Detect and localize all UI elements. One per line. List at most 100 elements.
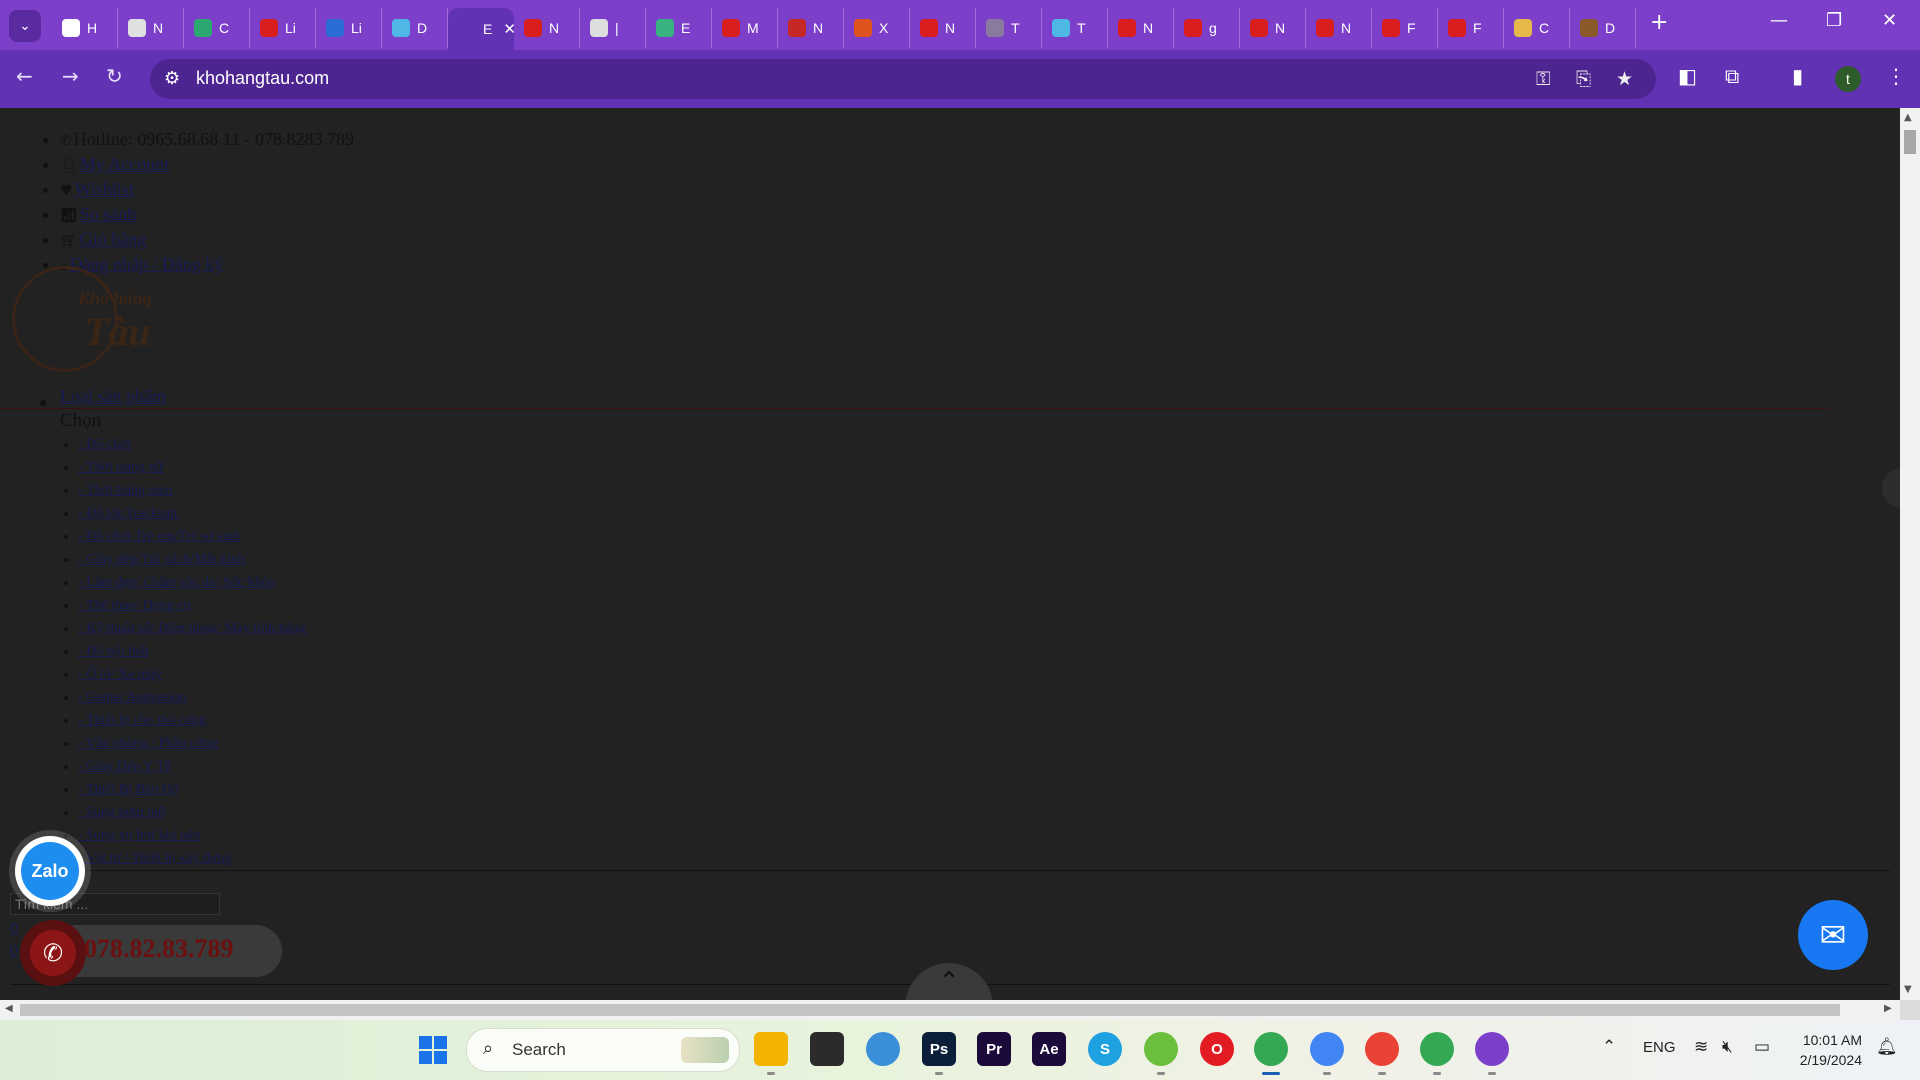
browser-tab[interactable]: T [1042, 8, 1108, 48]
category-link[interactable]: - Game/ Animation [78, 690, 186, 705]
restore-icon[interactable]: ❐ [1826, 10, 1842, 31]
forward-arrow-icon[interactable]: → [62, 64, 79, 88]
category-link[interactable]: - Văn phòng / Phần cứng [78, 736, 218, 751]
volume-muted-icon[interactable]: 🔇︎ [1722, 1037, 1733, 1057]
top-nav-item[interactable]: 👤︎My Account [60, 153, 354, 178]
browser-tab[interactable]: g [1174, 8, 1240, 48]
browser-tab[interactable]: Li [316, 8, 382, 48]
category-link[interactable]: - Thể thao/ Dụng cụ [78, 598, 191, 613]
bookmark-star-icon[interactable]: ★ [1616, 68, 1633, 90]
zalo-chat-button[interactable]: Zalo [15, 836, 85, 906]
messenger-chat-icon[interactable]: ✉ [1798, 900, 1868, 970]
install-app-icon[interactable]: ⎘ [1576, 68, 1591, 90]
side-panel-icon[interactable]: ▮ [1792, 64, 1803, 88]
taskbar-search[interactable]: ⌕ Search [466, 1028, 740, 1072]
wishlist-count[interactable]: 0 [10, 920, 18, 938]
browser-tab[interactable]: T [976, 8, 1042, 48]
browser-tab[interactable]: D [1570, 8, 1636, 48]
browser-tab[interactable]: F [1438, 8, 1504, 48]
top-nav-link[interactable]: My Account [80, 154, 170, 174]
skype-icon[interactable]: S [1088, 1032, 1122, 1066]
extension-cc-icon[interactable]: ◧ [1678, 64, 1697, 88]
site-info-icon[interactable]: ⚙ [164, 68, 180, 89]
new-tab-plus-icon[interactable]: + [1650, 10, 1668, 35]
taskbar-clock[interactable]: 10:01 AM 2/19/2024 [1782, 1030, 1862, 1070]
extensions-puzzle-icon[interactable]: ⧉ [1725, 64, 1739, 88]
chrome-profile-icon[interactable] [1365, 1032, 1399, 1066]
category-item[interactable]: - Đồ chơi Trẻ em/Trẻ sơ sinh [78, 525, 306, 548]
category-link[interactable]: - Giày Dép Y Tế [78, 759, 171, 774]
notification-bell-icon[interactable]: 🔔︎ [1876, 1037, 1898, 1057]
sticky-notes-icon[interactable] [810, 1032, 844, 1066]
browser-tab[interactable]: Li [250, 8, 316, 48]
scroll-up-icon[interactable]: ▲ [1904, 112, 1912, 123]
browser-tab[interactable]: F [1372, 8, 1438, 48]
call-button[interactable]: ✆ [20, 920, 86, 986]
category-item[interactable]: - Đồ lót/Tracksuit [78, 502, 306, 525]
category-item[interactable]: - Súng xịt hơi khí nén [78, 824, 306, 847]
category-link[interactable]: - Kỹ thuật số/ Điện thoại/ Máy tính bảng [78, 621, 306, 636]
browser-tab[interactable]: N [910, 8, 976, 48]
category-link[interactable]: - Đồ chơi Trẻ em/Trẻ sơ sinh [78, 529, 240, 544]
category-item[interactable]: - Giày dép/Túi xách/Mắt kính [78, 548, 306, 571]
category-item[interactable]: - Thiết bị cho thú cưng [78, 709, 306, 732]
profile-avatar[interactable]: t [1835, 66, 1861, 92]
tray-overflow-chevron-icon[interactable]: ⌃ [1602, 1037, 1616, 1057]
vertical-scroll-thumb[interactable] [1904, 130, 1916, 154]
category-link[interactable]: - Đồ lót/Tracksuit [78, 506, 178, 521]
category-item[interactable]: - Giày Dép Y Tế [78, 755, 306, 778]
minimize-icon[interactable]: — [1770, 10, 1788, 31]
browser-tab[interactable]: E ✕ [448, 8, 516, 50]
coccoc-icon[interactable] [1144, 1032, 1178, 1066]
cart-count[interactable]: 0 [10, 942, 18, 960]
category-link[interactable]: - Súng xịt hơi khí nén [78, 828, 200, 843]
site-logo[interactable]: Kho hàng Tàu [12, 266, 162, 376]
category-item[interactable]: - Ô tô/ Xe máy [78, 663, 306, 686]
browser-tab[interactable]: E [646, 8, 712, 48]
category-item[interactable]: - Thiết Bị Bảo Hộ [78, 778, 306, 801]
scroll-right-icon[interactable]: ▶ [1884, 1003, 1892, 1014]
menu-kebab-icon[interactable]: ⋮ [1886, 64, 1906, 88]
wifi-icon[interactable]: ≋ [1694, 1037, 1708, 1057]
photoshop-icon[interactable]: Ps [922, 1032, 956, 1066]
category-heading[interactable]: Loại sản phẩm [60, 386, 166, 407]
scroll-left-icon[interactable]: ◀ [5, 1003, 13, 1014]
file-explorer-icon[interactable] [754, 1032, 788, 1066]
category-link[interactable]: - Làm đẹp/ Chăm sóc da/ Sức khỏe [78, 575, 275, 590]
category-select-label[interactable]: Chọn [60, 410, 101, 432]
category-link[interactable]: - Đồ chơi [78, 437, 131, 452]
category-item[interactable]: - Thời trang nữ [78, 456, 306, 479]
windows-start-icon[interactable] [419, 1036, 447, 1064]
category-item[interactable]: - Kỹ thuật số/ Điện thoại/ Máy tính bảng [78, 617, 306, 640]
side-tab-handle[interactable] [1882, 468, 1900, 508]
url-text[interactable]: khohangtau.com [196, 68, 329, 89]
category-item[interactable]: - Súng bơm mỡ [78, 801, 306, 824]
browser-tab[interactable]: | [580, 8, 646, 48]
after-effects-icon[interactable]: Ae [1032, 1032, 1066, 1066]
browser-tab[interactable]: N [1306, 8, 1372, 48]
browser-tab[interactable]: D [382, 8, 448, 48]
opera-icon[interactable]: O [1200, 1032, 1234, 1066]
chrome-profile-icon[interactable] [1420, 1032, 1454, 1066]
category-item[interactable]: - Văn phòng / Phần cứng [78, 732, 306, 755]
top-nav-link[interactable]: So sánh [80, 204, 137, 224]
browser-tab[interactable]: C [184, 8, 250, 48]
reload-icon[interactable]: ↻ [106, 64, 123, 88]
chrome-profile-icon[interactable] [1310, 1032, 1344, 1066]
browser-tab[interactable]: N [778, 8, 844, 48]
battery-icon[interactable]: ▭ [1754, 1037, 1770, 1057]
horizontal-scrollbar[interactable]: ◀ ▶ [0, 1000, 1900, 1020]
category-link[interactable]: - Súng bơm mỡ [78, 805, 166, 820]
browser-tab[interactable]: H [52, 8, 118, 48]
browser-tab[interactable]: N [1108, 8, 1174, 48]
phone-number[interactable]: 078.82.83.789 [84, 934, 234, 964]
category-item[interactable]: - Thể thao/ Dụng cụ [78, 594, 306, 617]
category-item[interactable]: - Đồ chơi [78, 433, 306, 456]
password-key-icon[interactable]: ⚿ [1536, 68, 1550, 90]
category-item[interactable]: - Vật tư / Thiết bị xây dựng [78, 847, 306, 870]
browser-tab[interactable]: N [118, 8, 184, 48]
browser-tab[interactable]: X [844, 8, 910, 48]
tab-search-chevron-icon[interactable]: ⌄ [9, 10, 41, 42]
category-link[interactable]: - Thiết Bị Bảo Hộ [78, 782, 179, 797]
language-indicator[interactable]: ENG [1643, 1039, 1676, 1056]
